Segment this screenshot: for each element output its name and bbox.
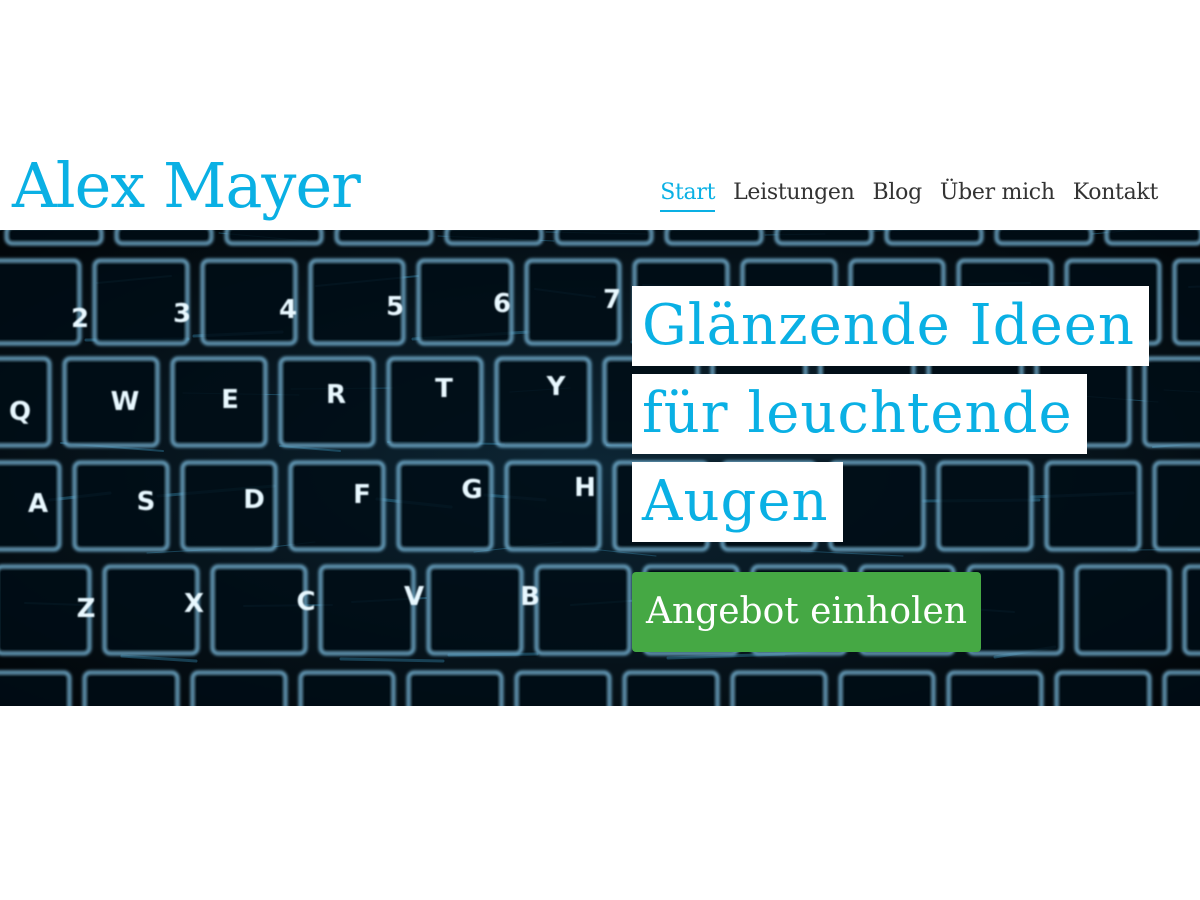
keycap [210, 564, 308, 656]
keycap-label: R [326, 380, 346, 410]
site-logo[interactable]: Alex Mayer [12, 148, 361, 224]
keycap-label: Z [77, 594, 96, 624]
keycap-label: W [111, 387, 140, 417]
keycap-label: 4 [279, 295, 297, 325]
keycap-label: Q [9, 397, 31, 427]
keycap-label: G [461, 475, 482, 505]
keycap-label: 5 [386, 292, 404, 322]
hero-headline: Glänzende Ideen für leuchtende Augen [632, 286, 1192, 550]
keycap [1104, 230, 1200, 246]
keycap-label: T [435, 374, 453, 404]
keycap [0, 670, 72, 706]
keycap [664, 230, 764, 246]
keycap-label: Y [546, 372, 567, 402]
keycap-label: S [137, 487, 156, 517]
keycap-label: E [221, 385, 239, 415]
keycap [730, 670, 828, 706]
keycap [1054, 670, 1152, 706]
keycap-label: C [296, 587, 315, 617]
keycap [298, 670, 396, 706]
keycap [4, 230, 104, 246]
keycap [444, 230, 544, 246]
keycap-label: B [520, 582, 540, 612]
keycap-label: 3 [173, 299, 191, 329]
keycap [82, 670, 180, 706]
main-nav: Start Leistungen Blog Über mich Kontakt [660, 178, 1158, 212]
keycap-label: H [574, 473, 596, 503]
keycap [170, 356, 268, 448]
keycap [994, 230, 1094, 246]
nav-item-leistungen[interactable]: Leistungen [733, 178, 855, 210]
light-streak [339, 657, 445, 663]
get-quote-button[interactable]: Angebot einholen [632, 572, 982, 652]
keycap [554, 230, 654, 246]
keycap-label: A [28, 489, 48, 519]
nav-item-start[interactable]: Start [660, 178, 715, 212]
keycap-label: 2 [71, 304, 89, 334]
keycap-label: V [404, 582, 424, 612]
keycap [334, 230, 434, 246]
keycap [774, 230, 874, 246]
keycap [494, 356, 592, 448]
keycap [838, 670, 936, 706]
keycap [622, 670, 720, 706]
keycap [224, 230, 324, 246]
headline-line-1: Glänzende Ideen [632, 286, 1149, 366]
nav-item-blog[interactable]: Blog [873, 178, 923, 210]
keycap [114, 230, 214, 246]
keycap [426, 564, 524, 656]
keycap-label: F [353, 480, 371, 510]
keycap [946, 670, 1044, 706]
keycap [534, 564, 632, 656]
keycap [190, 670, 288, 706]
headline-line-3: Augen [632, 462, 843, 542]
keycap [0, 258, 82, 346]
keycap [1182, 564, 1200, 656]
nav-item-ueber-mich[interactable]: Über mich [940, 178, 1055, 210]
keycap [966, 564, 1064, 656]
keycap [1074, 564, 1172, 656]
nav-item-kontakt[interactable]: Kontakt [1073, 178, 1159, 210]
keycap [1162, 670, 1200, 706]
keycap [406, 670, 504, 706]
keycap-label: 7 [603, 285, 621, 315]
keycap [318, 564, 416, 656]
keycap-label: D [243, 485, 265, 515]
keycap-label: 6 [493, 289, 511, 319]
keycap [884, 230, 984, 246]
keycap [514, 670, 612, 706]
keycap-label: X [184, 589, 204, 619]
headline-line-2: für leuchtende [632, 374, 1087, 454]
